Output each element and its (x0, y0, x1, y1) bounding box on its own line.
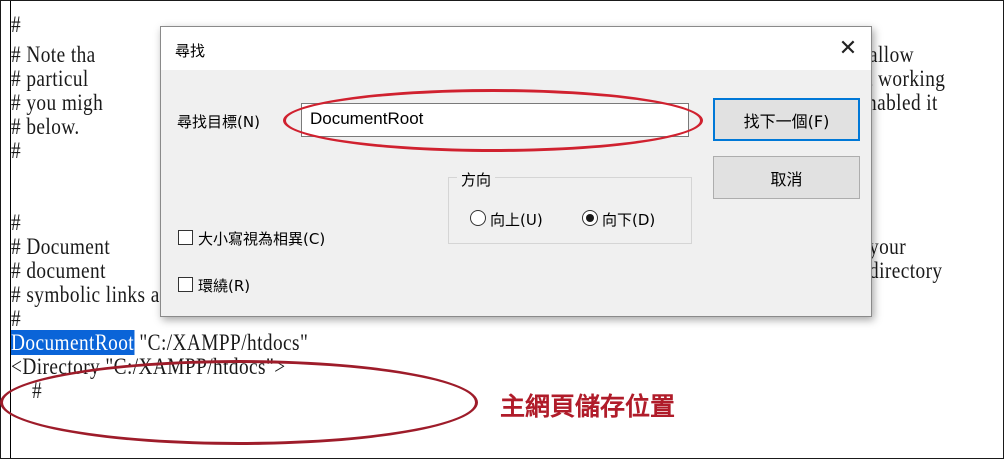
direction-down-radio[interactable] (582, 210, 598, 226)
find-dialog: 尋找 ✕ 尋找目標(N) DocumentRoot 找下一個(F) 取消 方向 … (160, 26, 872, 317)
editor-line-2: # Note tha (11, 42, 96, 67)
editor-line-docroot: DocumentRoot "C:/XAMPP/htdocs" (11, 330, 309, 355)
editor-line-6: # (11, 138, 22, 163)
annotation-oval-docroot (0, 360, 478, 445)
editor-line-3: # particul (11, 66, 89, 91)
direction-down-label[interactable]: 向下(D) (602, 209, 655, 230)
match-case-checkbox[interactable] (178, 230, 193, 245)
editor-line-13: # (11, 306, 22, 331)
editor-line-4: # you migh (11, 90, 104, 115)
annotation-oval-input (283, 89, 703, 152)
close-icon[interactable]: ✕ (825, 27, 871, 70)
editor-line-11: # document (11, 258, 106, 283)
editor-fragment-2: t working (867, 66, 946, 91)
direction-legend: 方向 (457, 169, 496, 190)
wrap-around-checkbox[interactable] (178, 277, 193, 292)
find-next-button[interactable]: 找下一個(F) (713, 98, 860, 141)
annotation-label: 主網頁儲存位置 (500, 392, 676, 421)
dialog-titlebar[interactable]: 尋找 ✕ (161, 27, 871, 70)
editor-line-1: # (11, 12, 22, 37)
match-case-label[interactable]: 大小寫視為相異(C) (198, 228, 325, 249)
editor-line-9: # (11, 210, 22, 235)
editor-fragment-5: directory (869, 258, 943, 283)
dialog-title: 尋找 (175, 42, 206, 60)
direction-up-label[interactable]: 向上(U) (490, 209, 543, 230)
direction-up-radio[interactable] (470, 210, 486, 226)
editor-fragment-3: nabled it (867, 90, 938, 115)
wrap-around-label[interactable]: 環繞(R) (198, 275, 250, 296)
editor-fragment-1: allow (869, 42, 915, 67)
find-what-label: 尋找目標(N) (177, 113, 260, 131)
editor-line-10: # Document (11, 234, 111, 259)
editor-fragment-4: your (869, 234, 907, 259)
editor-line-5: # below. (11, 114, 80, 139)
cancel-button[interactable]: 取消 (713, 156, 860, 199)
selected-search-match: DocumentRoot (11, 330, 135, 355)
docroot-value: "C:/XAMPP/htdocs" (134, 330, 309, 355)
